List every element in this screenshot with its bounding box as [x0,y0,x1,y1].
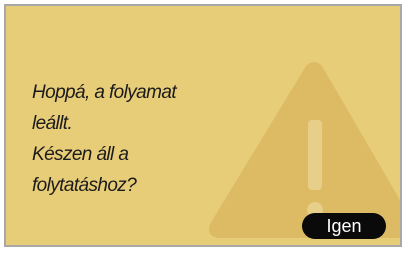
dialog-message-line: leállt. [32,113,73,134]
dialog-message-line: Hoppá, a folyamat [32,82,177,103]
dialog-message-line: Készen áll a [32,144,129,165]
dialog-message: Hoppá, a folyamat leállt. Készen áll a f… [32,77,222,201]
dialog-message-line: folytatáshoz? [32,175,137,196]
confirm-button[interactable]: Igen [302,213,386,239]
dialog-panel: Hoppá, a folyamat leállt. Készen áll a f… [4,4,402,247]
